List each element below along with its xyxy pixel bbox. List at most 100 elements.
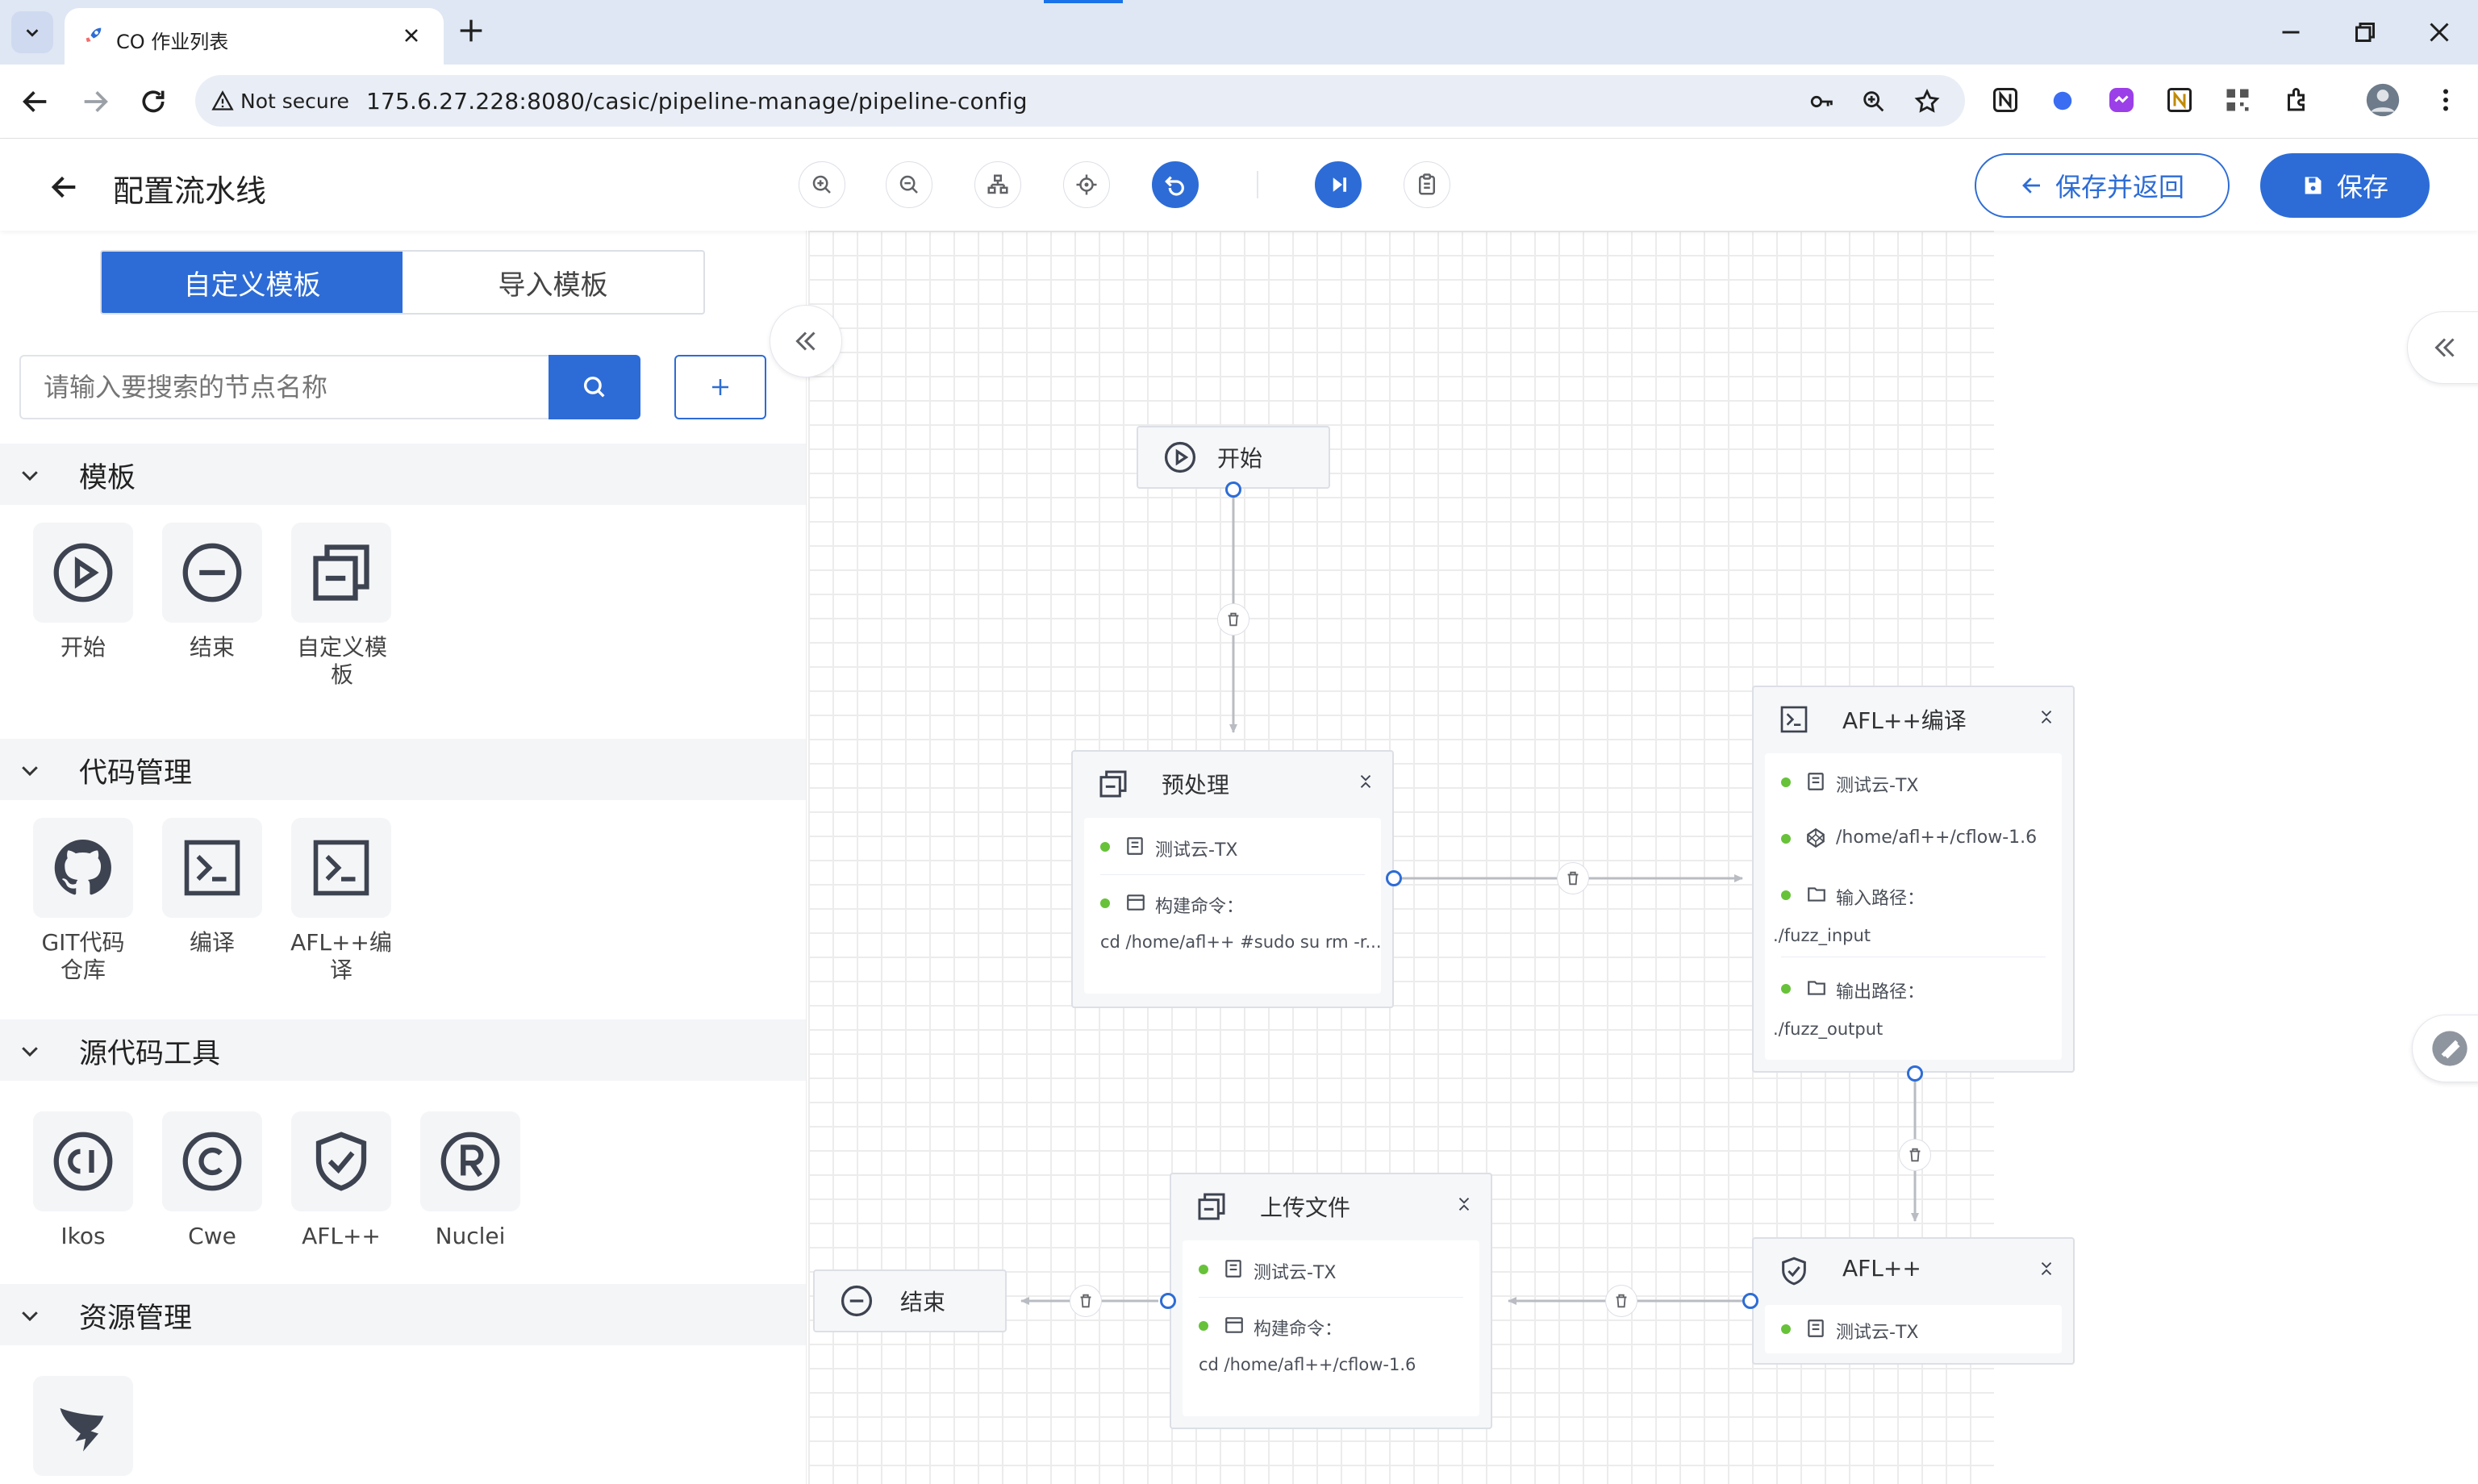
copyright-icon: [182, 1132, 242, 1191]
server-icon: [1808, 1319, 1824, 1337]
zoom-out-button[interactable]: [886, 161, 932, 208]
restore-icon[interactable]: [2351, 18, 2380, 47]
status-dot: [1781, 1324, 1791, 1334]
work-path: /home/afl++/cflow-1.6: [1836, 827, 2038, 848]
template-item-dingtalk[interactable]: [31, 1376, 136, 1476]
url-text[interactable]: 175.6.27.228:8080/casic/pipeline-manage/…: [366, 88, 1028, 115]
zoom-icon[interactable]: [1860, 88, 1888, 115]
template-item-afl[interactable]: AFL++: [289, 1111, 394, 1250]
back-arrow-icon[interactable]: [48, 171, 81, 203]
save-button[interactable]: 保存: [2260, 153, 2430, 218]
template-item-compile[interactable]: 编译: [160, 818, 265, 957]
undo-button[interactable]: [1152, 161, 1199, 208]
address-bar[interactable]: Not secure 175.6.27.228:8080/casic/pipel…: [195, 75, 1965, 127]
browser-tab[interactable]: CO 作业列表: [65, 8, 444, 65]
edge-delete-button[interactable]: [1217, 603, 1249, 636]
pipeline-canvas[interactable]: [808, 231, 2478, 1484]
input-path-value: ./fuzz_input: [1773, 926, 1871, 945]
tab-import-template[interactable]: 导入模板: [403, 252, 703, 313]
codepen-icon: [1807, 827, 1825, 848]
edge-delete-button[interactable]: [1070, 1285, 1102, 1317]
status-dot: [1781, 890, 1791, 900]
edge-delete-button[interactable]: [1605, 1285, 1637, 1317]
section-templates[interactable]: 模板: [0, 444, 806, 505]
forward-icon[interactable]: [79, 85, 111, 118]
template-item-end[interactable]: 结束: [160, 523, 265, 661]
save-and-return-button[interactable]: 保存并返回: [1975, 153, 2230, 218]
node-title: 预处理: [1162, 772, 1230, 798]
expand-right-panel-button[interactable]: [2407, 311, 2478, 384]
collapse-icon[interactable]: [1357, 773, 1375, 790]
section-code-management[interactable]: 代码管理: [0, 739, 806, 800]
auto-layout-button[interactable]: [974, 161, 1021, 208]
collapse-icon[interactable]: [1455, 1195, 1473, 1213]
node-end[interactable]: 结束: [813, 1269, 1007, 1332]
node-upload-output-port[interactable]: [1160, 1293, 1176, 1309]
section-source-tools[interactable]: 源代码工具: [0, 1019, 806, 1081]
tab-search-button[interactable]: [11, 11, 53, 53]
collapse-left-panel-button[interactable]: [770, 305, 842, 377]
floppy-disk-icon: [2305, 177, 2322, 194]
search-button[interactable]: [549, 355, 640, 419]
qr-extension-icon[interactable]: [2223, 85, 2252, 115]
bookmark-star-icon[interactable]: [1913, 88, 1941, 115]
warning-icon: [211, 90, 234, 110]
tab-custom-template[interactable]: 自定义模板: [102, 252, 403, 313]
blue-dot-extension-icon[interactable]: [2050, 89, 2075, 113]
template-item-nuclei[interactable]: Nuclei: [418, 1111, 523, 1250]
server-icon: [1127, 837, 1143, 855]
edge-delete-button[interactable]: [1899, 1139, 1931, 1171]
node-afl-compile[interactable]: AFL++编译 测试云-TX /home/afl++/cflow-1.6 输入路…: [1752, 686, 2075, 1073]
run-step-button[interactable]: [1315, 161, 1362, 208]
node-start[interactable]: 开始: [1137, 426, 1330, 489]
notion-extension-icon[interactable]: [1991, 85, 2020, 115]
node-prop-command: 构建命令： cd /home/afl++/cflow-1.6: [1183, 1297, 1479, 1410]
template-item-ikos[interactable]: Ikos: [31, 1111, 136, 1250]
add-template-button[interactable]: [674, 355, 766, 419]
notion-n-extension-icon[interactable]: [2165, 85, 2194, 115]
reload-icon[interactable]: [137, 85, 169, 118]
edge-delete-button[interactable]: [1557, 862, 1589, 894]
collapse-icon[interactable]: [2038, 1260, 2055, 1278]
template-item-afl-compile[interactable]: AFL++编译: [289, 818, 394, 984]
node-afl-output-port[interactable]: [1742, 1293, 1758, 1309]
template-item-label: 结束: [189, 634, 235, 661]
node-search-input[interactable]: [19, 355, 552, 419]
server-name: 测试云-TX: [1836, 776, 1919, 796]
close-icon[interactable]: [400, 24, 423, 47]
section-resource-management[interactable]: 资源管理: [0, 1284, 806, 1345]
window-icon: [1127, 894, 1145, 911]
node-afl-compile-output-port[interactable]: [1907, 1065, 1923, 1082]
zoom-in-button[interactable]: [799, 161, 845, 208]
floating-assistant-button[interactable]: [2412, 1015, 2478, 1082]
template-item-label: Cwe: [188, 1223, 236, 1249]
profile-avatar-icon[interactable]: [2365, 82, 2401, 118]
window-close-icon[interactable]: [2425, 18, 2454, 47]
minimize-icon[interactable]: [2276, 18, 2305, 47]
shield-check-icon: [1782, 1257, 1806, 1286]
new-tab-plus-icon[interactable]: [455, 15, 487, 47]
back-icon[interactable]: [19, 85, 52, 118]
node-start-output-port[interactable]: [1225, 481, 1241, 498]
arrow-left-icon: [2022, 177, 2040, 194]
template-item-cwe[interactable]: Cwe: [160, 1111, 265, 1250]
template-item-custom[interactable]: 自定义模板: [289, 523, 394, 689]
template-item-git[interactable]: GIT代码仓库: [31, 818, 136, 984]
node-preprocess[interactable]: 预处理 测试云-TX 构建命令： cd /home/afl++ #sudo su…: [1071, 750, 1394, 1008]
puzzle-extensions-icon[interactable]: [2283, 85, 2312, 115]
github-icon: [54, 839, 111, 895]
node-preprocess-output-port[interactable]: [1386, 870, 1402, 886]
locate-center-button[interactable]: [1063, 161, 1110, 208]
key-icon[interactable]: [1808, 88, 1836, 115]
not-secure-label[interactable]: Not secure: [240, 90, 349, 113]
node-afl[interactable]: AFL++ 测试云-TX: [1752, 1237, 2075, 1365]
browser-tab-bar: CO 作业列表: [0, 0, 2478, 65]
template-item-start[interactable]: 开始: [31, 523, 136, 661]
node-upload-file[interactable]: 上传文件 测试云-TX 构建命令： cd /home/afl++/cflow-1…: [1170, 1173, 1492, 1429]
purple-extension-icon[interactable]: [2107, 85, 2136, 115]
clipboard-button[interactable]: [1404, 161, 1450, 208]
assistant-orb-icon: [2432, 1031, 2468, 1066]
collapse-icon[interactable]: [2038, 708, 2055, 726]
more-vert-icon[interactable]: [2431, 85, 2460, 115]
node-prop-output-path: 输出路径： ./fuzz_output: [1765, 960, 2062, 1053]
